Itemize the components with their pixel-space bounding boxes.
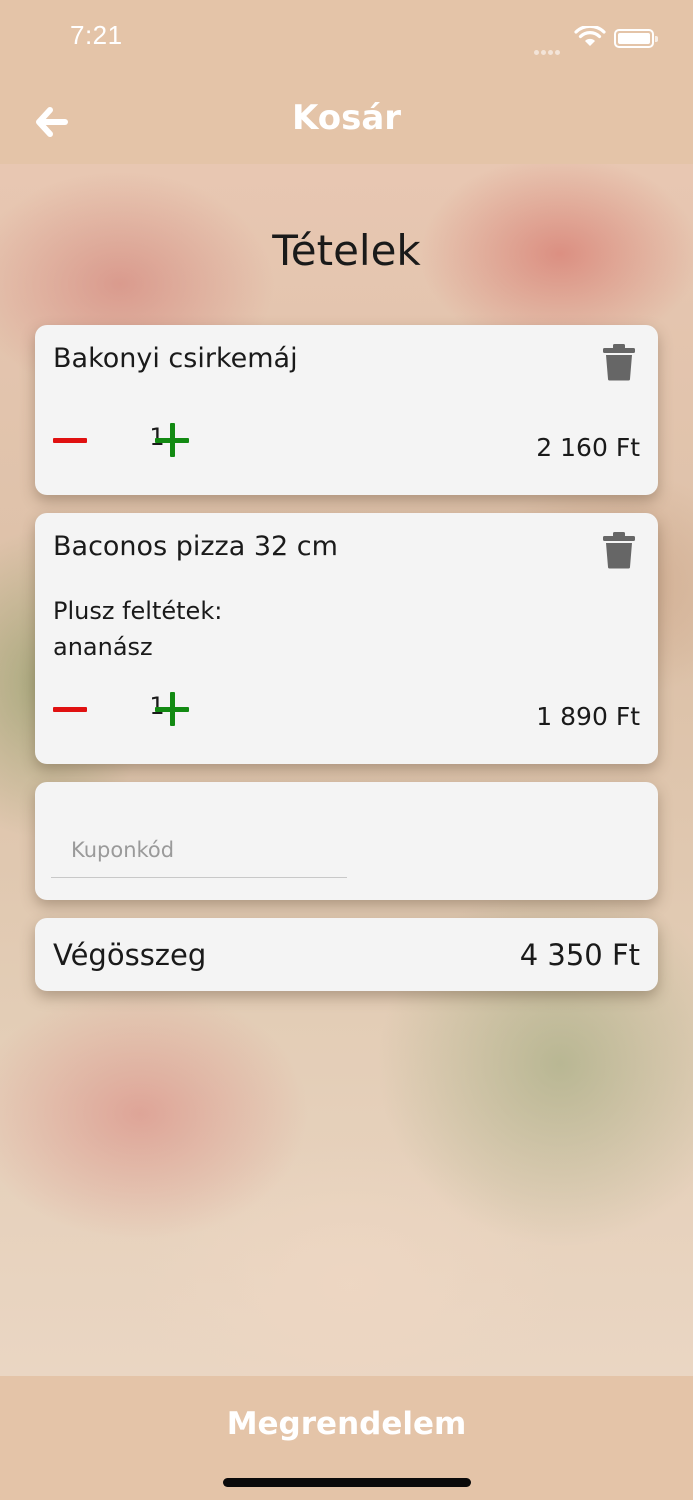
total-label: Végösszeg — [53, 938, 207, 972]
trash-icon[interactable] — [602, 531, 636, 573]
decrease-quantity-button[interactable] — [53, 692, 89, 728]
increase-quantity-button[interactable] — [155, 423, 191, 459]
extras-label: Plusz feltétek: — [53, 597, 223, 625]
trash-icon[interactable] — [602, 343, 636, 385]
item-price: 1 890 Ft — [536, 702, 640, 731]
total-card: Végösszeg 4 350 Ft — [35, 918, 658, 991]
page-title: Kosár — [291, 98, 402, 138]
status-bar: 7:21 — [0, 0, 693, 80]
signal-icon — [534, 40, 562, 59]
total-value: 4 350 Ft — [519, 938, 640, 972]
status-time: 7:21 — [70, 20, 123, 50]
section-title: Tételek — [272, 226, 421, 275]
decrease-quantity-button[interactable] — [53, 423, 89, 459]
coupon-input[interactable] — [51, 822, 347, 878]
nav-bar: Kosár — [0, 80, 693, 164]
item-name: Bakonyi csirkemáj — [53, 343, 298, 374]
extras-value: ananász — [53, 633, 153, 661]
cart-item: Baconos pizza 32 cm Plusz feltétek: anan… — [35, 513, 658, 764]
home-indicator — [223, 1478, 471, 1487]
coupon-card — [35, 782, 658, 900]
cart-content: Tételek Bakonyi csirkemáj 1 2 160 Ft Bac… — [0, 164, 693, 1376]
wifi-icon — [574, 24, 606, 52]
item-name: Baconos pizza 32 cm — [53, 531, 338, 562]
increase-quantity-button[interactable] — [155, 692, 191, 728]
battery-icon — [614, 29, 658, 48]
order-button-label: Megrendelem — [226, 1406, 467, 1442]
cart-item: Bakonyi csirkemáj 1 2 160 Ft — [35, 325, 658, 495]
item-price: 2 160 Ft — [536, 433, 640, 462]
